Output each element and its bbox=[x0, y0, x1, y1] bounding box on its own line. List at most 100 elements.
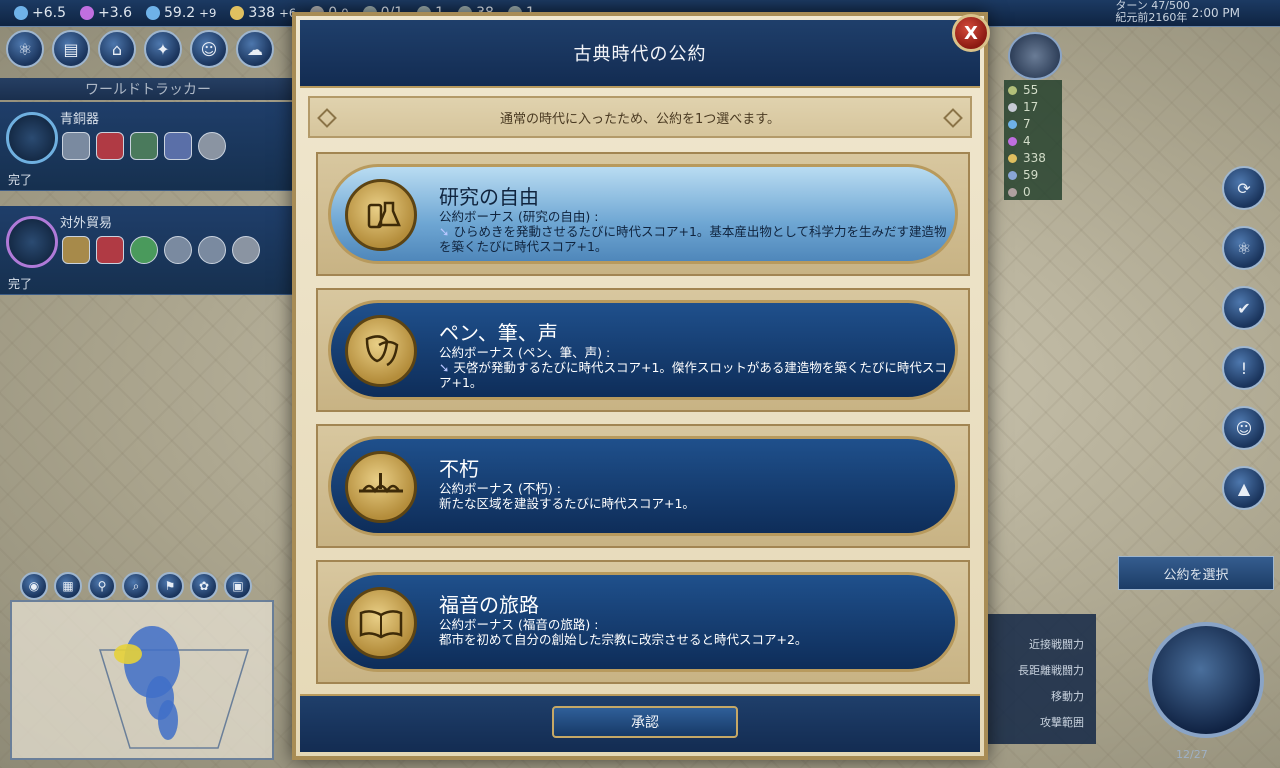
ornament-icon bbox=[317, 108, 337, 128]
check-icon: ✔ bbox=[1237, 298, 1251, 318]
leader-stats: 55 17 7 4 338 59 0 bbox=[1004, 80, 1062, 200]
culture-icon bbox=[1008, 137, 1017, 146]
science-icon bbox=[14, 6, 28, 20]
unlock-icon bbox=[164, 236, 192, 264]
right-action-buttons: ⟳ ⚛ ✔ ! ☺ ▲ bbox=[1222, 166, 1266, 510]
cloud-icon: ☁ bbox=[247, 39, 263, 59]
science-tree-button[interactable]: ⚛ bbox=[6, 30, 44, 68]
policy-selection-dialog: 古典時代の公約 通常の時代に入ったため、公約を1つ選べます。 研究の自由 公約ボ… bbox=[292, 12, 988, 760]
unlock-icon bbox=[130, 236, 158, 264]
exclamation-icon: ! bbox=[1240, 358, 1248, 378]
instruction-banner: 通常の時代に入ったため、公約を1つ選べます。 bbox=[308, 96, 972, 138]
civic-unlocks bbox=[62, 236, 260, 264]
window-icon: ▣ bbox=[232, 579, 244, 593]
inspiration-icon: ➘ bbox=[439, 360, 450, 375]
civic-progress-icon bbox=[6, 216, 58, 268]
civic-tracker[interactable]: 対外貿易 完了 bbox=[0, 206, 296, 295]
cycle-icon: ⟳ bbox=[1237, 178, 1251, 198]
gold-icon bbox=[230, 6, 245, 20]
atom-icon: ⚛ bbox=[17, 39, 33, 59]
unlock-icon bbox=[164, 132, 192, 160]
notification-button[interactable]: ! bbox=[1222, 346, 1266, 390]
policy-card-monumentality[interactable]: 不朽 公約ボーナス (不朽) : 新たな区域を建設するたびに時代スコア+1。 bbox=[328, 436, 958, 536]
great-people-button[interactable]: ☺ bbox=[190, 30, 228, 68]
minimap-canvas bbox=[98, 626, 250, 749]
turn-info: ターン 47/500 紀元前2160年 bbox=[1115, 0, 1190, 24]
toggle-minimap-button[interactable]: ▣ bbox=[224, 572, 252, 600]
policy-card-pen-brush-voice[interactable]: ペン、筆、声 公約ボーナス (ペン、筆、声) : ➘ 天啓が発動するたびに時代スコ… bbox=[328, 300, 958, 400]
policy-option-2: ペン、筆、声 公約ボーナス (ペン、筆、声) : ➘ 天啓が発動するたびに時代スコ… bbox=[316, 288, 970, 412]
strategic-view-button[interactable]: ⚑ bbox=[156, 572, 184, 600]
climate-button[interactable]: ☁ bbox=[236, 30, 274, 68]
map-options-button[interactable]: ✿ bbox=[190, 572, 218, 600]
government-button[interactable]: ⌂ bbox=[98, 30, 136, 68]
world-tracker-header[interactable]: ワールドトラッカー bbox=[0, 78, 296, 100]
faith-resource: 59.2 +9 bbox=[146, 5, 216, 21]
atom-icon: ⚛ bbox=[1236, 238, 1252, 258]
policy-option-4: 福音の旅路 公約ボーナス (福音の旅路) : 都市を初めて自分の創始した宗教に改… bbox=[316, 560, 970, 684]
ornament-icon bbox=[943, 108, 963, 128]
pin-icon: ⚲ bbox=[97, 579, 107, 593]
star-icon bbox=[198, 132, 226, 160]
sword-icon bbox=[1008, 103, 1017, 112]
dialog-footer: 承認 bbox=[300, 694, 980, 752]
civic-action-button[interactable]: ✔ bbox=[1222, 286, 1266, 330]
policy-card-gospel-journey[interactable]: 福音の旅路 公約ボーナス (福音の旅路) : 都市を初めて自分の創始した宗教に改… bbox=[328, 572, 958, 672]
tourism-icon bbox=[1008, 188, 1017, 197]
triangle-icon: ▲ bbox=[1237, 478, 1251, 498]
clock: 2:00 PM bbox=[1191, 6, 1240, 20]
unlock-icon bbox=[62, 236, 90, 264]
end-turn-button[interactable] bbox=[1148, 622, 1264, 738]
minimap[interactable] bbox=[10, 600, 274, 760]
dialog-title: 古典時代の公約 bbox=[573, 44, 707, 65]
unlock-icon bbox=[96, 236, 124, 264]
score-icon bbox=[1008, 86, 1017, 95]
map-pins-button[interactable]: ▦ bbox=[54, 572, 82, 600]
globe-icon: ◉ bbox=[28, 579, 40, 593]
science-resource: +6.5 bbox=[14, 5, 66, 21]
search-icon: ⌕ bbox=[132, 578, 140, 593]
unit-stats-panel: 近接戦闘力 長距離戦闘力 移動力 攻撃範囲 bbox=[986, 614, 1096, 744]
faith-icon bbox=[146, 6, 160, 20]
civics-tree-button[interactable]: ▤ bbox=[52, 30, 90, 68]
hands-icon: ✦ bbox=[156, 39, 170, 59]
unlock-icon bbox=[96, 132, 124, 160]
science-icon bbox=[1008, 120, 1017, 129]
great-person-button[interactable]: ☺ bbox=[1222, 406, 1266, 450]
book-icon bbox=[345, 587, 417, 659]
policy-option-3: 不朽 公約ボーナス (不朽) : 新たな区域を建設するたびに時代スコア+1。 bbox=[316, 424, 970, 548]
choose-policy-button[interactable]: 公約を選択 bbox=[1118, 556, 1274, 590]
gold-resource: 338 +6 bbox=[230, 5, 296, 21]
research-action-button[interactable]: ⚛ bbox=[1222, 226, 1266, 270]
turn-counter: 12/27 bbox=[1176, 748, 1208, 761]
bridge-icon bbox=[345, 451, 417, 523]
accept-button[interactable]: 承認 bbox=[552, 706, 738, 738]
close-button[interactable]: X bbox=[952, 14, 990, 52]
gold-icon bbox=[1008, 154, 1017, 163]
theater-mask-icon bbox=[345, 315, 417, 387]
columns-icon: ⌂ bbox=[111, 39, 123, 59]
star-icon bbox=[232, 236, 260, 264]
leader-portrait[interactable] bbox=[1008, 32, 1062, 80]
book-icon: ▤ bbox=[63, 39, 79, 59]
person-icon: ☺ bbox=[200, 39, 218, 59]
unlock-icon bbox=[130, 132, 158, 160]
research-tracker[interactable]: 青銅器 完了 bbox=[0, 102, 296, 191]
lens-button[interactable]: ◉ bbox=[20, 572, 48, 600]
eureka-icon: ➘ bbox=[439, 224, 450, 239]
unlock-icon bbox=[198, 236, 226, 264]
place-pin-button[interactable]: ⚲ bbox=[88, 572, 116, 600]
trade-action-button[interactable]: ⟳ bbox=[1222, 166, 1266, 210]
policy-option-1: 研究の自由 公約ボーナス (研究の自由) : ➘ ひらめきを発動させるたびに時代ス… bbox=[316, 152, 970, 276]
religion-button[interactable]: ✦ bbox=[144, 30, 182, 68]
map-search-button[interactable]: ⌕ bbox=[122, 572, 150, 600]
policy-card-research-freedom[interactable]: 研究の自由 公約ボーナス (研究の自由) : ➘ ひらめきを発動させるたびに時代ス… bbox=[328, 164, 958, 264]
triangle-action-button[interactable]: ▲ bbox=[1222, 466, 1266, 510]
research-progress-icon bbox=[6, 112, 58, 164]
flower-icon: ✿ bbox=[198, 579, 210, 593]
dialog-header: 古典時代の公約 bbox=[300, 20, 980, 88]
culture-icon bbox=[80, 6, 94, 20]
flag-icon: ⚑ bbox=[164, 579, 176, 593]
map-icon: ▦ bbox=[62, 579, 74, 593]
flask-icon bbox=[345, 179, 417, 251]
